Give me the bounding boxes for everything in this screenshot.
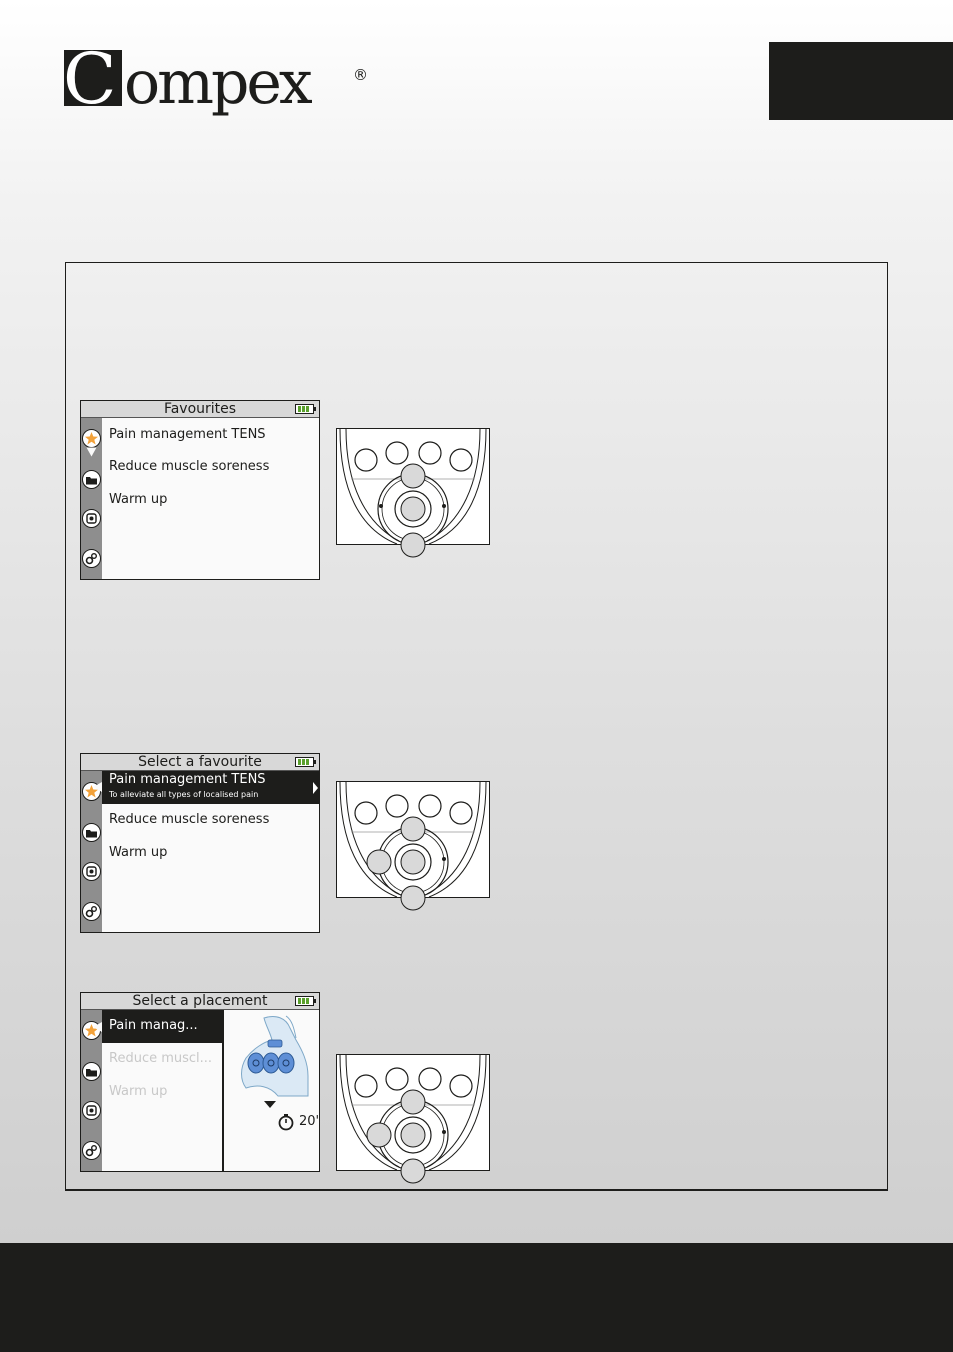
list-item: Reduce muscl...	[109, 1051, 213, 1066]
list-item[interactable]: Pain management TENS	[109, 427, 266, 442]
device-controls-diagram	[336, 428, 490, 558]
list-item[interactable]: Reduce muscle soreness	[109, 812, 269, 827]
list-item[interactable]: Warm up	[109, 845, 167, 860]
svg-text:C: C	[64, 46, 117, 120]
shoulder-placement-image	[241, 1015, 309, 1097]
brand-name: ompex	[124, 48, 313, 118]
screen-title: Select a placement	[132, 993, 268, 1009]
function-button-3	[418, 441, 442, 465]
device-controls-diagram	[336, 1054, 490, 1184]
programs-icon[interactable]	[82, 509, 101, 528]
screen-title: Favourites	[163, 401, 237, 417]
list-item[interactable]: Reduce muscle soreness	[109, 459, 269, 474]
selected-item-label: Pain manag...	[109, 1018, 198, 1033]
selected-item-subtitle: To alleviate all types of localised pain	[109, 790, 259, 799]
scroll-down-icon	[264, 1101, 276, 1108]
folder-icon[interactable]	[82, 823, 101, 842]
battery-icon	[295, 404, 316, 414]
selected-list-item[interactable]: Pain manag...	[102, 1010, 222, 1043]
compex-logo: C ompex ®	[64, 46, 368, 120]
list-item: Warm up	[109, 1084, 168, 1099]
folder-icon[interactable]	[82, 1062, 101, 1081]
page-tab	[769, 42, 953, 120]
function-button-2	[385, 441, 409, 465]
screen-title: Select a favourite	[138, 754, 262, 770]
programs-icon[interactable]	[82, 1101, 101, 1120]
stopwatch-icon	[278, 1114, 294, 1131]
selected-list-item[interactable]: Pain management TENS To alleviate all ty…	[102, 771, 319, 804]
favourites-screen: Favourites Pain management TENS Reduce m…	[80, 400, 320, 580]
list-item[interactable]: Warm up	[109, 492, 167, 507]
programs-icon[interactable]	[82, 862, 101, 881]
selection-pointer	[86, 447, 97, 457]
session-duration: 20'	[299, 1114, 320, 1129]
function-button-1	[354, 448, 378, 472]
footer-band	[0, 1243, 953, 1352]
folder-icon[interactable]	[82, 470, 101, 489]
selection-pointer	[93, 782, 102, 792]
settings-icon[interactable]	[82, 1141, 101, 1160]
function-button-4	[449, 448, 473, 472]
settings-icon[interactable]	[82, 902, 101, 921]
chevron-right-icon	[313, 782, 318, 794]
battery-icon	[295, 757, 316, 767]
star-icon[interactable]	[82, 429, 101, 448]
selected-item-label: Pain management TENS	[109, 772, 266, 787]
selection-pointer	[93, 1022, 102, 1032]
frame-divider	[65, 1189, 888, 1191]
device-controls-diagram	[336, 781, 490, 911]
select-placement-screen: Select a placement Pain manag... Reduce …	[80, 992, 320, 1172]
settings-icon[interactable]	[82, 549, 101, 568]
placement-preview: 20'	[222, 1010, 320, 1171]
battery-icon	[295, 996, 316, 1006]
registered-mark: ®	[353, 66, 368, 84]
select-favourite-screen: Select a favourite Pain management TENS …	[80, 753, 320, 933]
